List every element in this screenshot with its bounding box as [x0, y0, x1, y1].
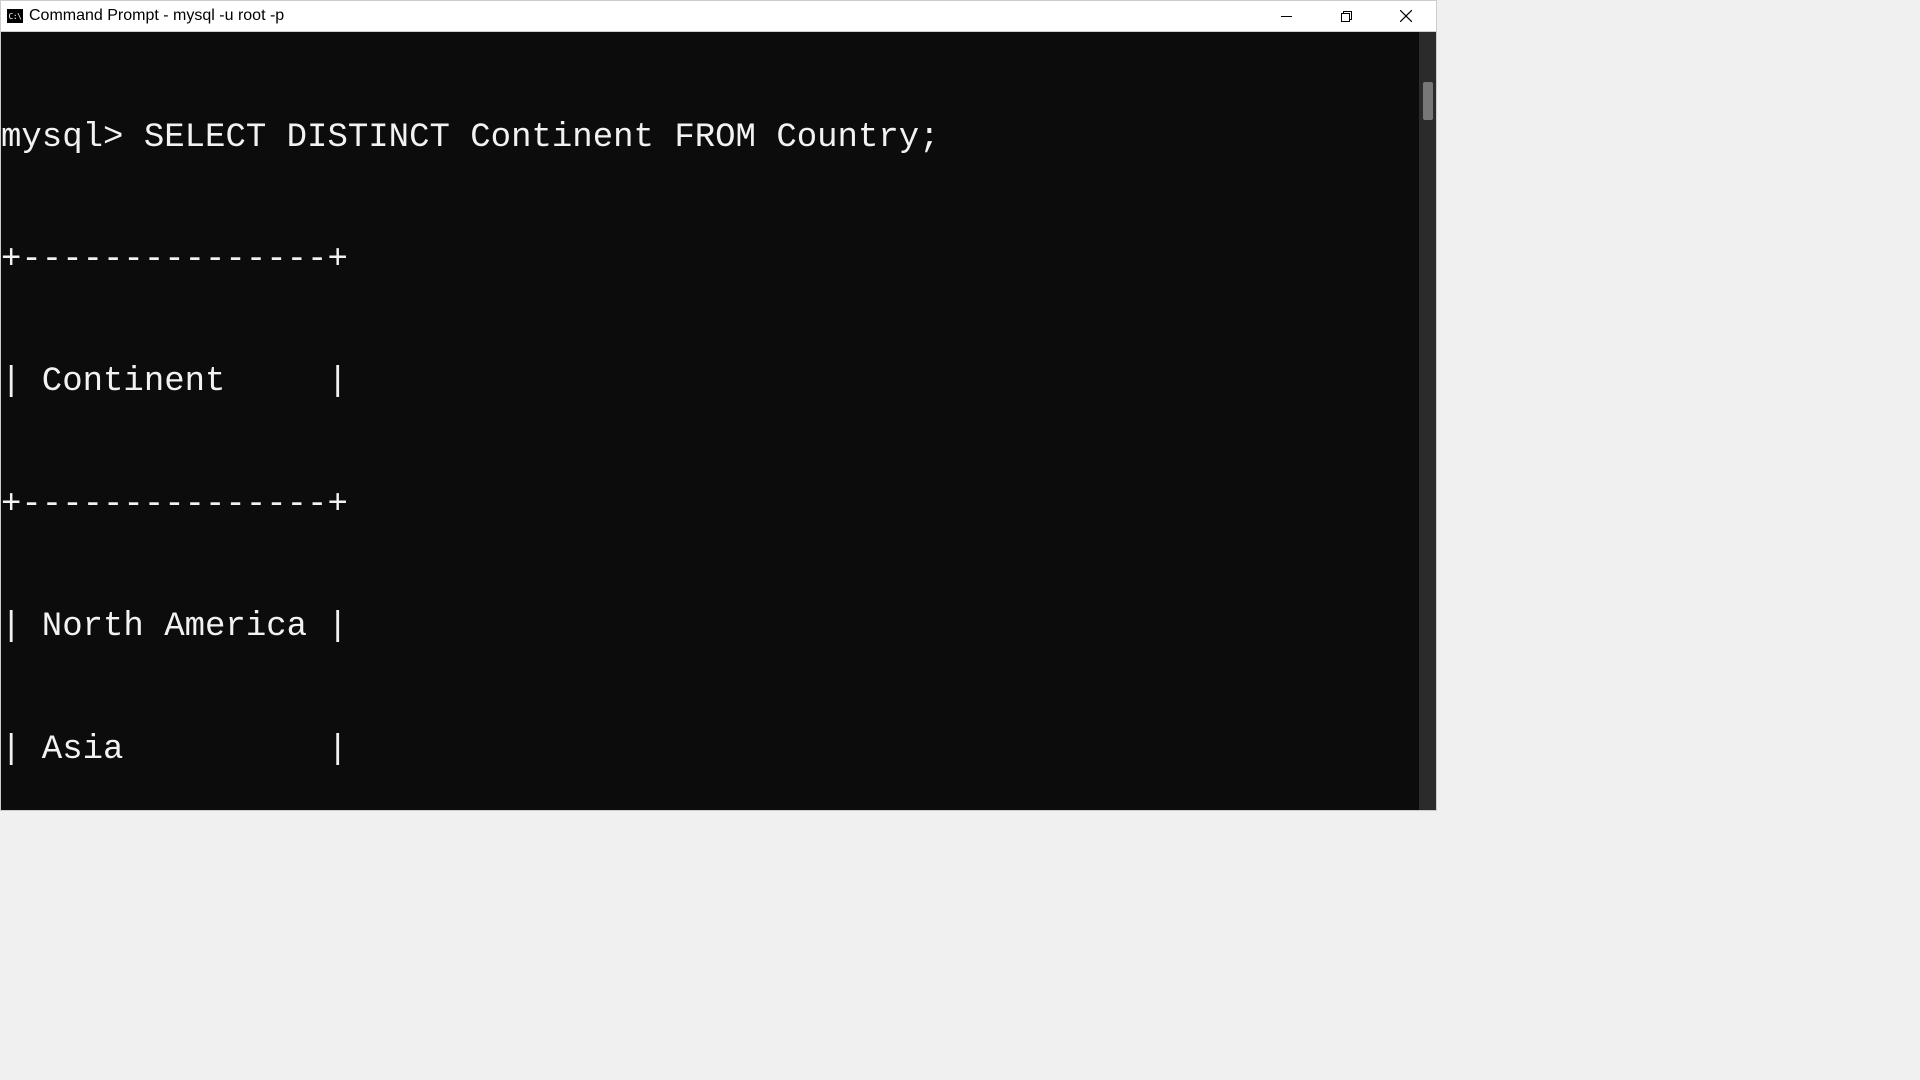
table-header: | Continent |	[1, 362, 1436, 403]
window-title: Command Prompt - mysql -u root -p	[29, 7, 1256, 25]
close-button[interactable]	[1376, 1, 1436, 31]
table-row: | Asia |	[1, 730, 1436, 771]
scrollbar-thumb[interactable]	[1423, 82, 1433, 120]
titlebar[interactable]: C:\ Command Prompt - mysql -u root -p	[1, 1, 1436, 32]
terminal-area[interactable]: mysql> SELECT DISTINCT Continent FROM Co…	[1, 32, 1436, 810]
table-border: +---------------+	[1, 240, 1436, 281]
maximize-button[interactable]	[1316, 1, 1376, 31]
scrollbar[interactable]	[1419, 32, 1436, 810]
table-row: | North America |	[1, 607, 1436, 648]
maximize-icon	[1341, 11, 1352, 22]
table-border: +---------------+	[1, 485, 1436, 526]
minimize-icon	[1281, 11, 1292, 22]
close-icon	[1400, 10, 1412, 22]
query-line: mysql> SELECT DISTINCT Continent FROM Co…	[1, 118, 1436, 159]
command-prompt-window: C:\ Command Prompt - mysql -u root -p my…	[0, 0, 1437, 811]
window-controls	[1256, 1, 1436, 31]
minimize-button[interactable]	[1256, 1, 1316, 31]
cmd-icon: C:\	[7, 9, 23, 23]
